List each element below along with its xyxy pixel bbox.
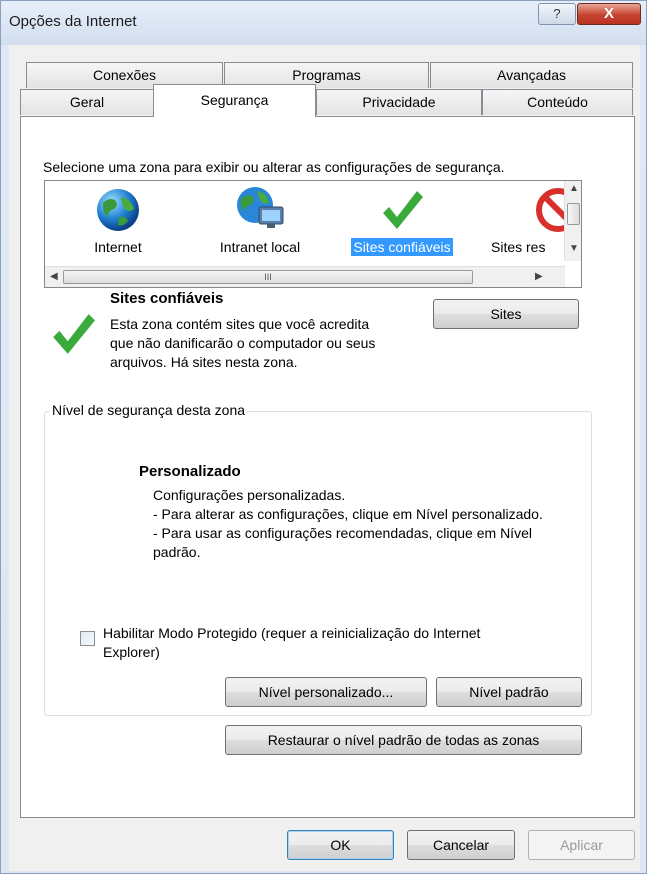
window-title: Opções da Internet [9, 13, 137, 30]
zone-label-trusted: Sites confiáveis [351, 238, 453, 256]
tab-privacidade[interactable]: Privacidade [316, 89, 482, 115]
zone-item-internet[interactable]: Internet [53, 181, 183, 265]
zone-label-internet: Internet [94, 239, 142, 255]
zone-label-restricted: Sites res [491, 239, 546, 255]
zone-vertical-scrollbar[interactable]: ▲ ▼ [564, 181, 581, 261]
tab-seguranca[interactable]: Segurança [153, 84, 316, 117]
custom-level-button[interactable]: Nível personalizado... [225, 677, 427, 707]
horizontal-scroll-thumb[interactable]: III [63, 270, 473, 284]
default-level-button[interactable]: Nível padrão [436, 677, 582, 707]
globe-icon [97, 189, 139, 231]
tab-geral[interactable]: Geral [20, 89, 154, 115]
title-bar[interactable]: Opções da Internet ? X [1, 1, 646, 45]
scroll-right-arrow-icon[interactable]: ▶ [535, 271, 543, 282]
protected-mode-checkbox[interactable] [80, 631, 95, 646]
level-line-2: - Para alterar as configurações, clique … [153, 506, 543, 522]
checkmark-icon [383, 191, 423, 229]
zone-horizontal-scrollbar[interactable]: ◀ III ▶ [45, 266, 565, 287]
scroll-up-arrow-icon[interactable]: ▲ [569, 183, 579, 194]
protected-mode-label[interactable]: Habilitar Modo Protegido (requer a reini… [103, 624, 523, 662]
close-button[interactable]: X [577, 3, 641, 25]
apply-button[interactable]: Aplicar [528, 830, 635, 860]
cancel-button[interactable]: Cancelar [407, 830, 515, 860]
scroll-left-arrow-icon[interactable]: ◀ [50, 271, 58, 282]
tab-avancadas[interactable]: Avançadas [430, 62, 633, 88]
zone-info-description: Esta zona contém sites que você acredita… [110, 316, 376, 370]
security-level-group [44, 411, 592, 716]
sites-button[interactable]: Sites [433, 299, 579, 329]
zone-item-intranet[interactable]: Intranet local [195, 181, 325, 265]
trusted-sites-check-icon [53, 314, 95, 354]
zone-item-restricted[interactable]: Sites res [485, 181, 565, 265]
ok-button[interactable]: OK [287, 830, 394, 860]
scroll-down-arrow-icon[interactable]: ▼ [569, 243, 579, 254]
zone-label-intranet: Intranet local [219, 239, 301, 255]
intranet-icon [237, 187, 284, 228]
zone-list[interactable]: Internet Intranet local Sites confiáveis… [44, 180, 582, 288]
security-level-description: Configurações personalizadas. - Para alt… [153, 486, 553, 562]
security-level-legend: Nível de segurança desta zona [50, 402, 248, 418]
security-level-title: Personalizado [139, 463, 241, 480]
tab-conteudo[interactable]: Conteúdo [482, 89, 633, 115]
vertical-scroll-thumb[interactable] [567, 203, 580, 225]
help-button[interactable]: ? [538, 3, 576, 25]
zone-item-trusted[interactable]: Sites confiáveis [337, 181, 467, 265]
level-line-1: Configurações personalizadas. [153, 487, 346, 503]
zone-instruction: Selecione uma zona para exibir ou altera… [43, 159, 505, 175]
zone-info-title: Sites confiáveis [110, 290, 224, 307]
level-line-3: - Para usar as configurações recomendada… [153, 525, 532, 560]
restricted-icon [536, 188, 565, 232]
restore-all-zones-button[interactable]: Restaurar o nível padrão de todas as zon… [225, 725, 582, 755]
